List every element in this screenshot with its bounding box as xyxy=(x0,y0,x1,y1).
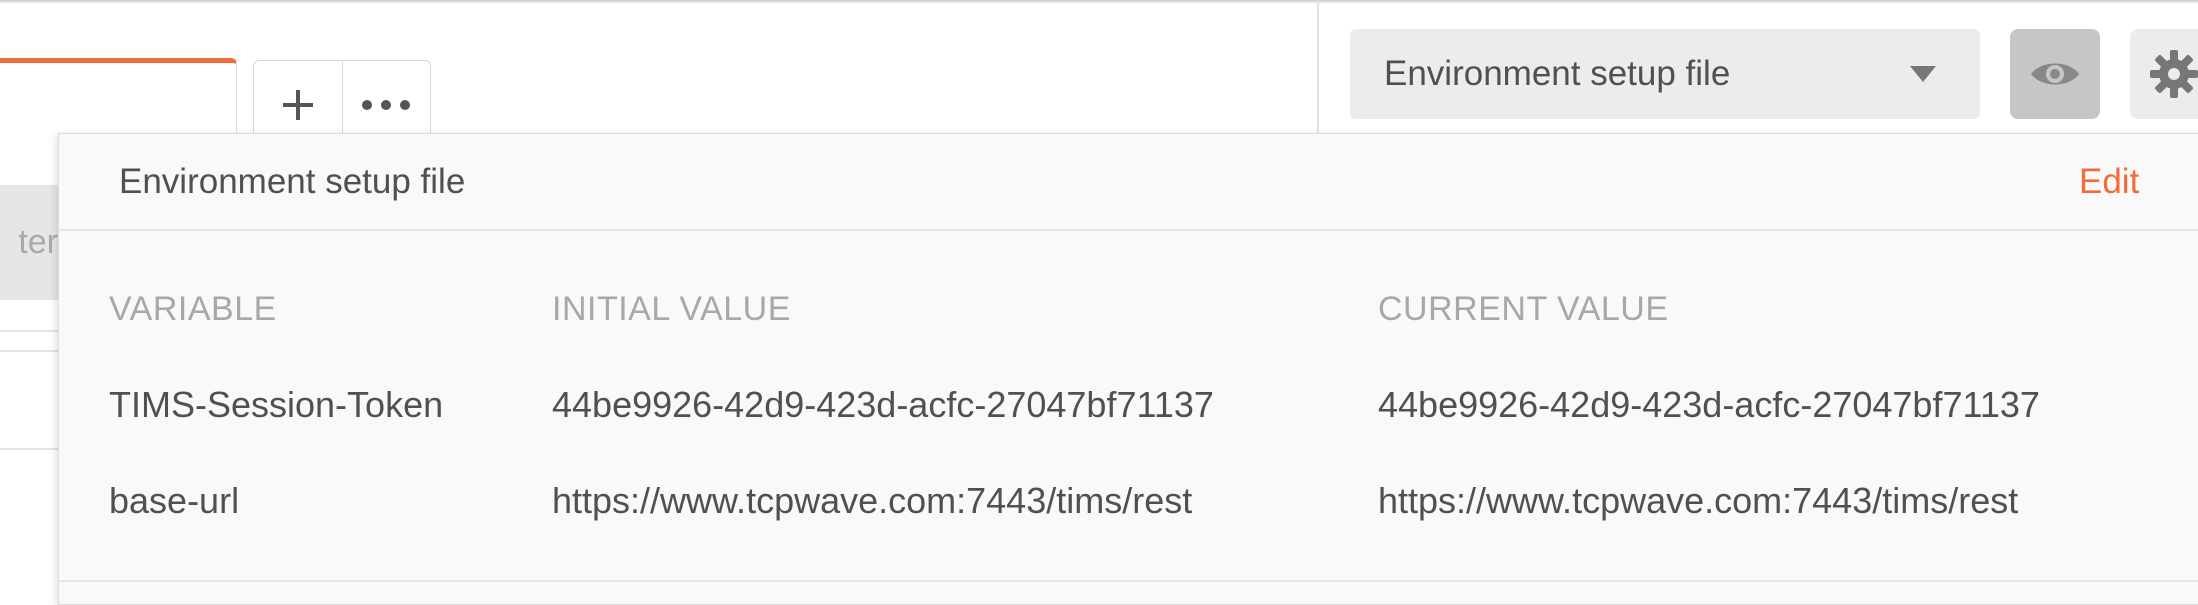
environment-quick-look-button[interactable] xyxy=(2010,29,2100,119)
initial-value: 44be9926-42d9-423d-acfc-27047bf71137 xyxy=(552,384,1214,425)
divider xyxy=(0,330,58,332)
edit-environment-link[interactable]: Edit xyxy=(2079,162,2139,202)
variable-name: base-url xyxy=(109,480,240,521)
environment-quick-look-popup: Environment setup file Edit VARIABLE INI… xyxy=(58,133,2198,605)
popup-title: Environment setup file xyxy=(119,162,466,201)
more-horizontal-icon xyxy=(362,100,411,110)
window-top-shadow xyxy=(0,0,2198,4)
environment-select-value: Environment setup file xyxy=(1384,54,1731,93)
current-value: 44be9926-42d9-423d-acfc-27047bf71137 xyxy=(1378,384,2040,425)
column-header-initial-value: INITIAL VALUE xyxy=(552,290,791,328)
popup-divider xyxy=(59,580,2198,582)
column-header-variable: VARIABLE xyxy=(109,290,277,328)
popup-header: Environment setup file Edit xyxy=(59,134,2198,231)
plus-icon xyxy=(282,90,313,120)
divider xyxy=(0,448,58,450)
chevron-down-icon xyxy=(1910,66,1936,82)
environment-select[interactable]: Environment setup file xyxy=(1350,29,1980,119)
current-value: https://www.tcpwave.com:7443/tims/rest xyxy=(1378,480,2019,521)
header-divider xyxy=(1317,0,1319,140)
eye-icon xyxy=(2031,63,2079,85)
manage-environments-button[interactable] xyxy=(2130,29,2198,119)
column-header-current-value: CURRENT VALUE xyxy=(1378,290,1669,328)
request-tab-active[interactable] xyxy=(0,58,237,143)
initial-value: https://www.tcpwave.com:7443/tims/rest xyxy=(552,480,1193,521)
variable-name: TIMS-Session-Token xyxy=(109,384,444,425)
filter-placeholder-fragment: ter xyxy=(18,223,58,261)
gear-icon xyxy=(2150,50,2198,98)
divider xyxy=(0,350,58,352)
filter-input-fragment[interactable]: ter xyxy=(0,185,58,300)
